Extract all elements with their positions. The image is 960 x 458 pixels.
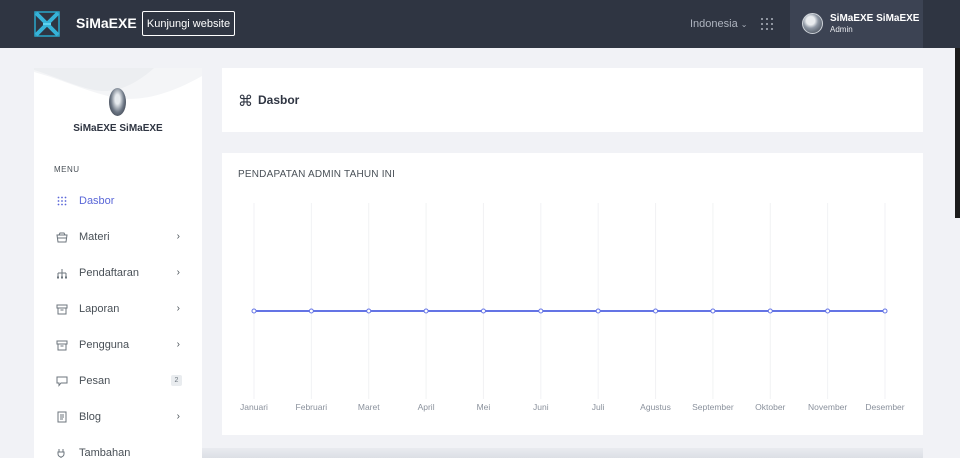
- revenue-line-chart: Januari Februari Maret April Mei Juni Juli Agus…: [240, 203, 905, 412]
- command-icon: ⌘: [238, 93, 253, 110]
- sidebar-nav: Dasbor Materi › Pendaftaran › Laporan ›: [34, 183, 202, 458]
- x-tick-label: Juli: [592, 402, 605, 412]
- menu-heading: MENU: [54, 165, 80, 174]
- data-point[interactable]: [423, 308, 429, 314]
- sidebar-item-label: Dasbor: [79, 195, 115, 207]
- data-point[interactable]: [653, 308, 659, 314]
- chevron-right-icon: ›: [176, 411, 180, 422]
- x-tick-label: Maret: [358, 402, 380, 412]
- sidebar-item-laporan[interactable]: Laporan ›: [34, 291, 202, 327]
- x-tick-label: Agustus: [640, 402, 671, 412]
- unread-count-badge: 2: [171, 375, 182, 386]
- data-point[interactable]: [710, 308, 716, 314]
- x-tick-label: Januari: [240, 402, 268, 412]
- data-point[interactable]: [595, 308, 601, 314]
- sidebar-item-dasbor[interactable]: Dasbor: [34, 183, 202, 219]
- user-name: SiMaEXE SiMaEXE: [830, 13, 920, 24]
- sidebar-item-materi[interactable]: Materi ›: [34, 219, 202, 255]
- avatar: [802, 13, 823, 34]
- page-header-card: ⌘ Dasbor: [222, 68, 923, 132]
- brand-name[interactable]: SiMaEXE: [76, 15, 137, 31]
- data-point[interactable]: [882, 308, 888, 314]
- sidebar-item-tambahan[interactable]: Tambahan: [34, 435, 202, 458]
- chevron-right-icon: ›: [176, 303, 180, 314]
- page-bottom-shadow: [202, 448, 923, 458]
- sidebar-item-blog[interactable]: Blog ›: [34, 399, 202, 435]
- x-tick-label: Juni: [533, 402, 549, 412]
- user-role: Admin: [830, 25, 853, 34]
- x-tick-label: Februari: [296, 402, 328, 412]
- language-selector[interactable]: Indonesia ⌄: [690, 18, 747, 30]
- visit-website-button[interactable]: Kunjungi website: [142, 11, 235, 36]
- sidebar-item-label: Materi: [79, 231, 110, 243]
- profile-avatar[interactable]: [109, 88, 126, 116]
- data-point[interactable]: [480, 308, 486, 314]
- chevron-right-icon: ›: [176, 231, 180, 242]
- data-point[interactable]: [767, 308, 773, 314]
- chat-icon: [54, 373, 70, 389]
- data-point[interactable]: [308, 308, 314, 314]
- sidebar-item-label: Pesan: [79, 375, 111, 387]
- chevron-right-icon: ›: [176, 267, 180, 278]
- top-navbar: SiMaEXE Kunjungi website Indonesia ⌄ SiMa…: [0, 0, 960, 48]
- apps-grid-icon[interactable]: [761, 18, 773, 30]
- chevron-down-icon: ⌄: [740, 20, 748, 29]
- x-tick-label: September: [692, 402, 734, 412]
- user-menu[interactable]: SiMaEXE SiMaEXE Admin: [790, 0, 923, 48]
- sitemap-icon: [54, 265, 70, 281]
- data-point[interactable]: [366, 308, 372, 314]
- x-tick-label: April: [418, 402, 435, 412]
- sidebar-item-label: Pendaftaran: [79, 267, 139, 279]
- sidebar-item-pendaftaran[interactable]: Pendaftaran ›: [34, 255, 202, 291]
- sidebar-item-label: Pengguna: [79, 339, 130, 351]
- x-tick-label: Oktober: [755, 402, 785, 412]
- dots-grid-icon: [54, 193, 70, 209]
- x-tick-label: Desember: [865, 402, 904, 412]
- data-point[interactable]: [251, 308, 257, 314]
- plug-icon: [54, 445, 70, 458]
- window-edge: [955, 48, 960, 218]
- sidebar-item-pengguna[interactable]: Pengguna ›: [34, 327, 202, 363]
- sidebar-item-pesan[interactable]: Pesan 2: [34, 363, 202, 399]
- sidebar-item-label: Blog: [79, 411, 102, 423]
- x-tick-label: November: [808, 402, 847, 412]
- data-point[interactable]: [538, 308, 544, 314]
- document-icon: [54, 409, 70, 425]
- profile-name: SiMaEXE SiMaEXE: [73, 123, 163, 134]
- archive-icon: [54, 301, 70, 317]
- language-label: Indonesia: [690, 18, 738, 30]
- chevron-right-icon: ›: [176, 339, 180, 350]
- archive-icon: [54, 337, 70, 353]
- app-logo-icon[interactable]: [34, 11, 60, 37]
- sidebar-item-label: Laporan: [79, 303, 120, 315]
- basket-icon: [54, 229, 70, 245]
- sidebar-item-label: Tambahan: [79, 447, 131, 458]
- sidebar: SiMaEXE SiMaEXE MENU Dasbor Materi › Pen…: [34, 68, 202, 458]
- revenue-chart-card: PENDAPATAN ADMIN TAHUN INI Januari Februa…: [222, 153, 923, 435]
- page-title: Dasbor: [258, 93, 300, 107]
- data-point[interactable]: [825, 308, 831, 314]
- x-tick-label: Mei: [477, 402, 491, 412]
- chart-title: PENDAPATAN ADMIN TAHUN INI: [238, 169, 396, 180]
